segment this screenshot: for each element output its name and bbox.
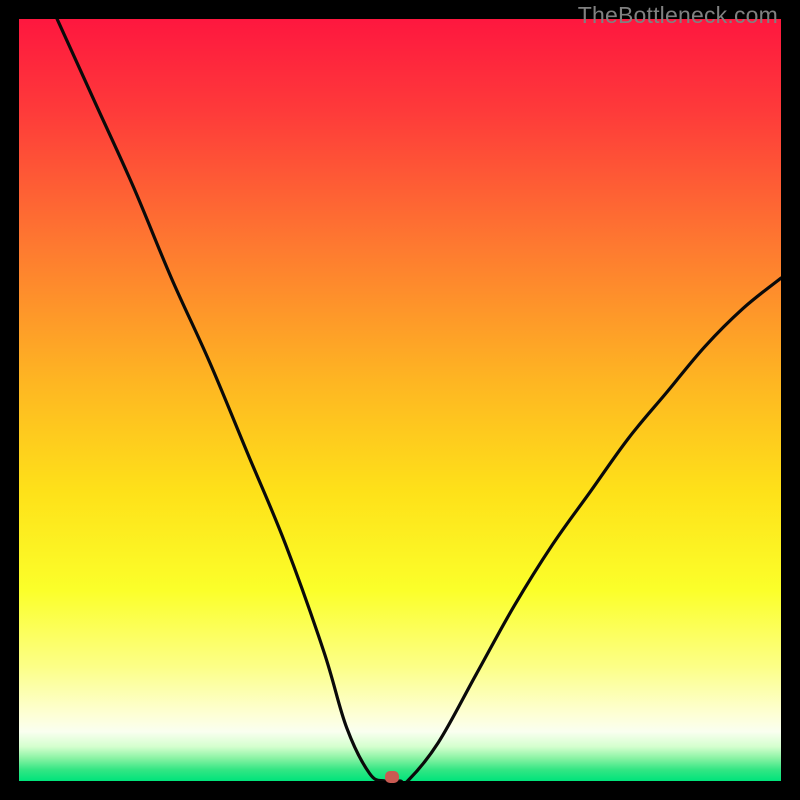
plot-frame (19, 19, 781, 781)
bottleneck-curve (19, 19, 781, 781)
watermark-text: TheBottleneck.com (578, 2, 778, 29)
optimal-point-marker (385, 771, 399, 783)
